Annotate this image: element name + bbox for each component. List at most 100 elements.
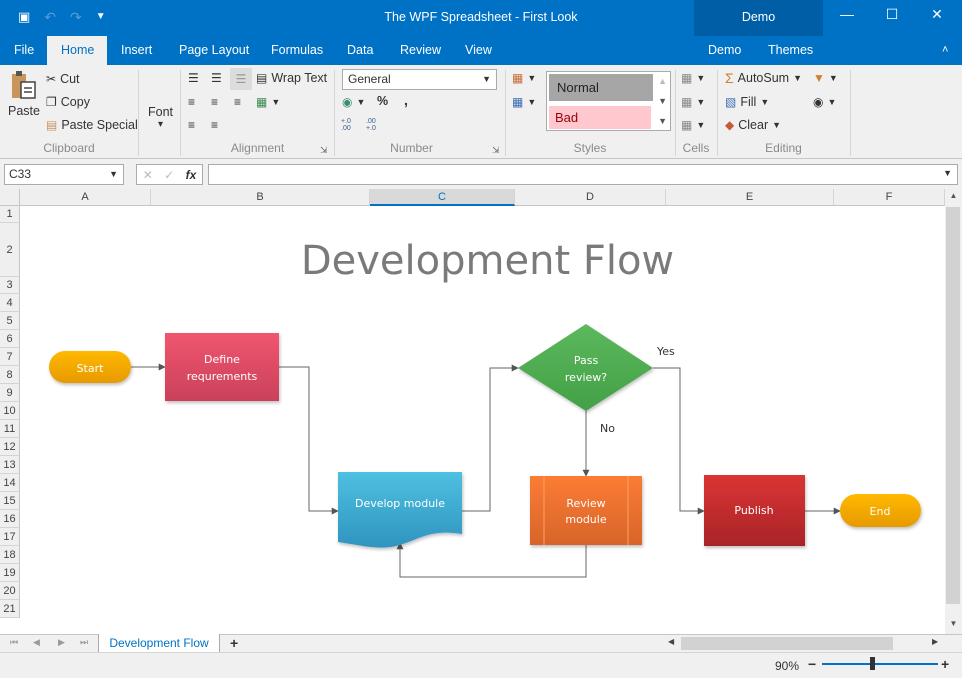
increase-indent-button[interactable]: ≡ [211, 118, 218, 132]
formula-input[interactable]: ▼ [208, 164, 958, 185]
alignment-group-label: Alignment [230, 141, 285, 155]
align-top-button[interactable]: ☰ [188, 71, 199, 85]
vertical-scrollbar[interactable]: ▲ ▼ [945, 189, 962, 634]
next-sheet-icon[interactable]: ▶ [58, 637, 65, 648]
chevron-down-icon: ▼ [527, 97, 537, 107]
paste-label: Paste [8, 104, 40, 118]
separator [138, 70, 139, 156]
styles-group-label: Styles [573, 141, 607, 155]
gallery-up-icon[interactable]: ▲ [658, 76, 667, 86]
zoom-in-button[interactable]: + [941, 656, 949, 672]
close-button[interactable]: ✕ [922, 6, 952, 23]
sheet-tab-development-flow[interactable]: Development Flow [98, 634, 220, 653]
merge-cells-icon: ▦ [256, 95, 268, 109]
align-center-button[interactable]: ≡ [211, 95, 218, 109]
scroll-down-icon[interactable]: ▼ [945, 619, 962, 628]
node-define-label-line2: requrements [187, 370, 258, 383]
increase-decimal-button[interactable]: +.0 .00 [341, 118, 351, 132]
chevron-down-icon: ▼ [271, 97, 281, 107]
align-middle-button[interactable]: ☰ [211, 71, 222, 85]
tab-formulas[interactable]: Formulas [257, 36, 337, 65]
format-as-table-button[interactable]: ▦ ▼ [512, 95, 536, 109]
comma-style-button[interactable]: , [404, 92, 408, 108]
scissors-icon: ✂ [46, 72, 57, 86]
expand-formula-icon[interactable]: ▼ [943, 168, 952, 178]
spreadsheet-grid[interactable]: A B C D E F 1 2 3 4 5 6 7 8 9 10 11 12 13 14 15 16 17 18 1… [0, 189, 962, 634]
sort-filter-button[interactable]: ▼ ▼ [813, 71, 838, 85]
zoom-slider-thumb[interactable] [869, 657, 875, 670]
align-right-button[interactable]: ≡ [234, 95, 241, 109]
font-button[interactable]: Font ▾ [148, 105, 173, 130]
paste-button[interactable]: Paste [8, 70, 40, 118]
find-select-button[interactable]: ◉ ▼ [813, 95, 836, 109]
style-normal[interactable]: Normal [549, 74, 653, 101]
node-review-decision[interactable] [518, 324, 653, 411]
wrap-text-button[interactable]: ▤ Wrap Text [256, 71, 327, 85]
zoom-level: 90% [775, 659, 800, 673]
tab-insert[interactable]: Insert [107, 36, 166, 65]
number-launcher-icon[interactable]: ⇲ [492, 145, 500, 156]
zoom-out-button[interactable]: − [808, 656, 816, 672]
first-sheet-icon[interactable]: ⏮ [10, 637, 18, 648]
enter-icon[interactable]: ✓ [164, 168, 174, 182]
tab-data[interactable]: Data [333, 36, 387, 65]
tab-demo[interactable]: Demo [694, 36, 755, 65]
add-sheet-button[interactable]: + [230, 635, 238, 651]
collapse-ribbon-button[interactable]: ˄ [928, 36, 962, 65]
zoom-slider-track[interactable] [822, 663, 938, 665]
clear-button[interactable]: ◆ Clear ▼ [725, 118, 781, 132]
node-define[interactable] [165, 333, 279, 401]
gallery-expand-icon[interactable]: ▼ [658, 116, 667, 126]
decrease-decimal-button[interactable]: .00 +.0 [366, 118, 376, 132]
tab-view[interactable]: View [451, 36, 506, 65]
delete-cells-button[interactable]: ▦ ▼ [681, 95, 705, 109]
cells-group-label: Cells [682, 141, 710, 155]
currency-icon: ◉ [342, 95, 353, 109]
copy-button[interactable]: ❐ Copy [46, 95, 90, 109]
horizontal-scrollbar[interactable]: ◀ ▶ [665, 636, 945, 651]
cancel-icon[interactable]: ✕ [143, 168, 153, 182]
chevron-down-icon: ▼ [356, 97, 366, 107]
tab-home[interactable]: Home [47, 36, 107, 65]
merge-cells-button[interactable]: ▦ ▼ [256, 95, 280, 109]
autosum-button[interactable]: Σ AutoSum ▼ [725, 71, 802, 85]
currency-button[interactable]: ◉ ▼ [342, 95, 365, 109]
scroll-right-icon[interactable]: ▶ [932, 637, 938, 646]
decrease-indent-button[interactable]: ≡ [188, 118, 195, 132]
tab-review[interactable]: Review [386, 36, 455, 65]
node-review-module[interactable] [530, 476, 642, 545]
sort-filter-icon: ▼ [813, 71, 825, 85]
tab-themes[interactable]: Themes [754, 36, 827, 65]
last-sheet-icon[interactable]: ⏭ [80, 637, 88, 648]
align-bottom-button[interactable]: ☰ [230, 68, 252, 90]
fill-button[interactable]: ▧ Fill ▼ [725, 95, 769, 109]
horizontal-scroll-thumb[interactable] [681, 637, 893, 650]
number-format-select[interactable]: General ▼ [342, 69, 497, 90]
percent-button[interactable]: % [377, 94, 388, 108]
maximize-button[interactable]: ☐ [877, 6, 907, 23]
paste-special-button[interactable]: ▤ Paste Special [46, 118, 138, 132]
wrap-text-label: Wrap Text [271, 71, 328, 85]
tab-page-layout[interactable]: Page Layout [165, 36, 263, 65]
gallery-down-icon[interactable]: ▼ [658, 96, 667, 106]
format-cells-button[interactable]: ▦ ▼ [681, 118, 705, 132]
style-bad[interactable]: Bad [549, 106, 651, 129]
cut-button[interactable]: ✂ Cut [46, 72, 80, 86]
tab-file[interactable]: File [0, 36, 48, 65]
alignment-launcher-icon[interactable]: ⇲ [320, 145, 328, 156]
edge-yes-label: Yes [656, 345, 675, 358]
align-left-button[interactable]: ≡ [188, 95, 195, 109]
conditional-formatting-button[interactable]: ▦ ▼ [512, 71, 536, 85]
scroll-left-icon[interactable]: ◀ [668, 637, 674, 646]
node-start-label: Start [77, 362, 105, 375]
insert-function-icon[interactable]: fx [186, 168, 197, 182]
prev-sheet-icon[interactable]: ◀ [33, 637, 40, 648]
insert-cells-button[interactable]: ▦ ▼ [681, 71, 705, 85]
align-right-icon: ≡ [234, 95, 242, 109]
name-box[interactable]: C33 ▼ [4, 164, 124, 185]
chevron-down-icon: ▼ [793, 73, 802, 83]
scroll-up-icon[interactable]: ▲ [945, 191, 962, 200]
chevron-down-icon: ▼ [696, 120, 706, 130]
vertical-scroll-thumb[interactable] [946, 207, 960, 604]
minimize-button[interactable]: — [832, 6, 862, 22]
